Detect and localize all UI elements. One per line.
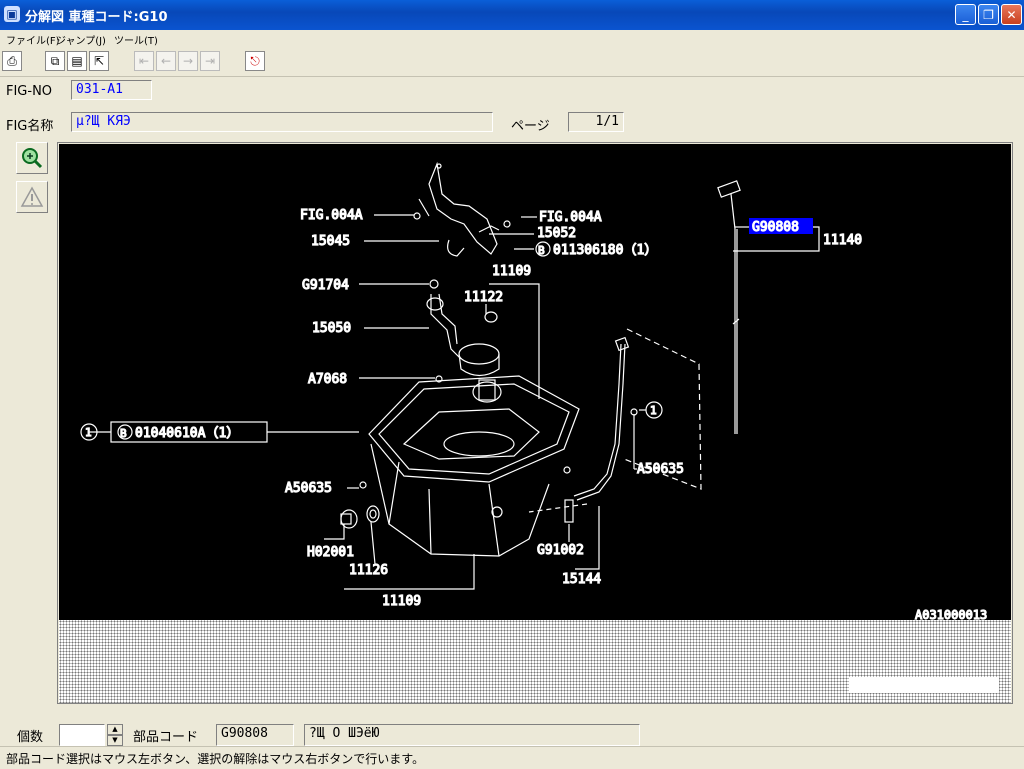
print-icon[interactable]: ⎙ xyxy=(2,51,22,71)
dipstick-drawing[interactable] xyxy=(717,180,741,434)
label-11109-bottom[interactable]: 11109 xyxy=(381,593,421,609)
pattern-gap xyxy=(849,677,999,693)
fig-no-field: 031-A1 xyxy=(71,80,152,100)
title-bar: ▣ 分解図 車種コード:G10 _ ❐ ✕ xyxy=(0,0,1024,30)
exit-icon[interactable]: ⎋ xyxy=(245,51,265,71)
close-button[interactable]: ✕ xyxy=(1001,4,1022,25)
label-a50635-right[interactable]: A50635 xyxy=(636,461,684,477)
fig-no-label: FIG-NO xyxy=(6,84,53,99)
next-icon[interactable]: → xyxy=(178,51,198,71)
exploded-diagram[interactable]: FIG.004A FIG.004A 15052 15045 B 01130618… xyxy=(59,144,1011,623)
menu-bar: ファイル(F) ジャンプ(J) ツール(T) xyxy=(0,30,1024,48)
label-g91704[interactable]: G91704 xyxy=(301,277,349,293)
label-fig004a-left[interactable]: FIG.004A xyxy=(299,207,363,223)
label-11126[interactable]: 11126 xyxy=(348,562,388,578)
label-15052[interactable]: 15052 xyxy=(536,225,576,241)
page-field: 1/1 xyxy=(568,112,624,132)
label-circle-b: B xyxy=(538,244,545,257)
window-title: 分解図 車種コード:G10 xyxy=(25,10,168,25)
window-icon[interactable]: ▤ xyxy=(67,51,87,71)
page-label: ページ xyxy=(511,119,550,134)
part-name-field: ?Щ О ШЭёЮ xyxy=(304,724,640,746)
leader-lines xyxy=(89,214,820,590)
label-a50635-left[interactable]: A50635 xyxy=(284,480,332,496)
zoom-button[interactable] xyxy=(16,142,48,174)
copy-icon[interactable]: ⧉ xyxy=(45,51,65,71)
part-code-label: 部品コード xyxy=(133,730,199,745)
drain-plug-drawing[interactable] xyxy=(340,505,380,529)
baffle-drawing[interactable] xyxy=(413,161,511,257)
menu-tools[interactable]: ツール(T) xyxy=(112,31,160,48)
label-h02001[interactable]: H02001 xyxy=(306,544,354,560)
warning-button[interactable] xyxy=(16,181,48,213)
qty-label: 個数 xyxy=(17,730,44,745)
diagram-id: A031000013 xyxy=(915,608,987,620)
oil-pan-drawing[interactable] xyxy=(368,375,580,557)
spin-up-icon[interactable]: ▲ xyxy=(107,724,123,735)
label-g91002[interactable]: G91002 xyxy=(536,542,584,558)
label-01040610a[interactable]: 01040610A（1） xyxy=(134,425,239,441)
prev-icon[interactable]: ← xyxy=(156,51,176,71)
maximize-button[interactable]: ❐ xyxy=(978,4,999,25)
zoom-icon xyxy=(22,148,43,169)
label-circle-1-right: 1 xyxy=(650,404,657,417)
first-icon[interactable]: ⇤ xyxy=(134,51,154,71)
label-circle-b-2: B xyxy=(120,427,127,440)
part-code-field: G90808 xyxy=(216,724,294,746)
spin-down-icon[interactable]: ▼ xyxy=(107,735,123,746)
status-bar: 部品コード選択はマウス左ボタン、選択の解除はマウス右ボタンで行います。 xyxy=(0,746,1024,769)
car-icon: ▣ xyxy=(4,6,20,22)
label-15050[interactable]: 15050 xyxy=(311,320,351,336)
label-11122[interactable]: 11122 xyxy=(463,289,503,305)
qty-stepper[interactable]: ▲ ▼ xyxy=(107,724,123,746)
label-11140[interactable]: 11140 xyxy=(822,232,862,248)
warning-icon xyxy=(20,186,44,207)
toolbar: ⎙ ⧉ ▤ ⇱ ⇤ ← → ⇥ ⎋ xyxy=(0,48,1024,77)
diagram-background-pattern xyxy=(59,620,1011,703)
label-a7068[interactable]: A7068 xyxy=(307,371,347,387)
minimize-button[interactable]: _ xyxy=(955,4,976,25)
gauge-guide-drawing[interactable] xyxy=(491,328,702,523)
status-text: 部品コード選択はマウス左ボタン、選択の解除はマウス右ボタンで行います。 xyxy=(6,752,425,766)
qty-input[interactable] xyxy=(59,724,105,746)
label-fig004a-right[interactable]: FIG.004A xyxy=(538,209,602,225)
menu-jump[interactable]: ジャンプ(J) xyxy=(54,31,108,48)
fig-name-field: µ?Щ КЯЭ xyxy=(71,112,493,132)
strainer-drawing[interactable] xyxy=(426,293,500,377)
export-icon[interactable]: ⇱ xyxy=(89,51,109,71)
menu-file[interactable]: ファイル(F) xyxy=(4,31,62,48)
last-icon[interactable]: ⇥ xyxy=(200,51,220,71)
label-011306180[interactable]: 011306180（1） xyxy=(552,242,657,258)
label-g90808[interactable]: G90808 xyxy=(751,219,799,235)
diagram-frame: FIG.004A FIG.004A 15052 15045 B 01130618… xyxy=(57,142,1013,704)
fig-name-label: FIG名称 xyxy=(6,119,54,134)
label-15144[interactable]: 15144 xyxy=(561,571,602,587)
label-circle-1-left: 1 xyxy=(85,426,92,439)
label-11109-top[interactable]: 11109 xyxy=(491,263,531,279)
label-15045[interactable]: 15045 xyxy=(310,233,350,249)
